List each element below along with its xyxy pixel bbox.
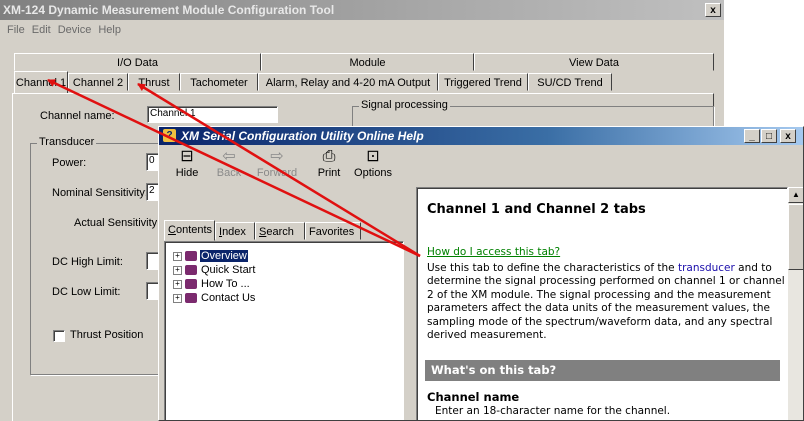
print-button[interactable]: ⎙ Print [307, 147, 351, 187]
help-title-bar: ? XM Serial Configuration Utility Online… [159, 127, 803, 145]
tab-favorites[interactable]: Favorites [305, 222, 361, 240]
topic-scrollbar[interactable]: ▲ [788, 187, 803, 420]
actual-sensitivity-label: Actual Sensitivity [74, 217, 158, 229]
config-window-title: XM-124 Dynamic Measurement Module Config… [3, 3, 335, 17]
thrust-position-checkbox[interactable] [53, 330, 65, 342]
tree-item-how-to[interactable]: + How To ... [173, 277, 251, 291]
help-minimize-button[interactable]: _ [744, 129, 760, 143]
hide-icon: ⊟ [180, 148, 194, 165]
tab-module[interactable]: Module [261, 53, 474, 71]
expand-icon[interactable]: + [173, 265, 182, 275]
book-icon [185, 279, 197, 290]
back-button[interactable]: ⇦ Back [207, 147, 251, 187]
hide-button[interactable]: ⊟ Hide [165, 147, 209, 187]
book-icon [185, 293, 197, 304]
topic-heading: Channel 1 and Channel 2 tabs [427, 202, 646, 217]
dc-low-limit-label: DC Low Limit: [52, 286, 121, 298]
options-button[interactable]: ⊡ Options [351, 147, 395, 187]
scroll-thumb[interactable] [788, 204, 803, 270]
back-arrow-icon: ⇦ [222, 148, 236, 165]
thrust-position-label: Thrust Position [70, 329, 144, 341]
tab-tachometer[interactable]: Tachometer [180, 73, 258, 91]
config-menu-bar: File Edit Device Help [0, 21, 121, 39]
config-title-bar: XM-124 Dynamic Measurement Module Config… [0, 0, 724, 20]
signal-processing-label: Signal processing [359, 99, 450, 111]
menu-edit[interactable]: Edit [32, 21, 51, 39]
tab-alarm-relay-output[interactable]: Alarm, Relay and 4-20 mA Output [258, 73, 438, 91]
transducer-link[interactable]: transducer [678, 262, 735, 274]
channel-name-input[interactable]: Channel 1 [147, 106, 278, 123]
tree-item-contact-us[interactable]: + Contact Us [173, 291, 256, 305]
scroll-up-icon[interactable]: ▲ [788, 187, 803, 203]
options-icon: ⊡ [366, 148, 380, 165]
book-icon [185, 251, 197, 262]
forward-arrow-icon: ⇨ [270, 148, 284, 165]
nominal-sensitivity-label: Nominal Sensitivity: [52, 187, 148, 199]
power-label: Power: [52, 157, 87, 169]
expand-icon[interactable]: + [173, 279, 182, 289]
config-close-button[interactable]: x [705, 3, 721, 17]
help-app-icon: ? [163, 129, 176, 142]
tab-search[interactable]: Search [255, 222, 305, 240]
tab-contents[interactable]: Contents [164, 220, 215, 241]
field-heading: Channel name [427, 390, 520, 404]
menu-help[interactable]: Help [98, 21, 121, 39]
expand-icon[interactable]: + [173, 251, 182, 261]
tree-item-quick-start[interactable]: + Quick Start [173, 263, 256, 277]
tab-sucd-trend[interactable]: SU/CD Trend [528, 73, 612, 91]
transducer-group-label: Transducer [37, 136, 97, 148]
field-description: Enter an 18-character name for the chann… [435, 405, 671, 417]
tab-thrust[interactable]: Thrust [128, 73, 180, 91]
contents-tree: + Overview + Quick Start + How To ... + Cont… [164, 241, 404, 420]
signal-processing-group: Signal processing [352, 99, 714, 127]
printer-icon: ⎙ [322, 148, 336, 165]
help-window-title: XM Serial Configuration Utility Online H… [181, 129, 424, 143]
section-bar: What's on this tab? [425, 360, 780, 381]
channel-name-label: Channel name: [40, 110, 115, 122]
help-topic-pane: Channel 1 and Channel 2 tabs How do I ac… [416, 187, 788, 420]
tab-channel-1[interactable]: Channel 1 [14, 71, 68, 93]
tab-channel-2[interactable]: Channel 2 [68, 73, 128, 91]
tab-view-data[interactable]: View Data [474, 53, 714, 71]
tab-io-data[interactable]: I/O Data [14, 53, 261, 71]
tab-triggered-trend[interactable]: Triggered Trend [438, 73, 528, 91]
book-icon [185, 265, 197, 276]
menu-device[interactable]: Device [58, 21, 92, 39]
help-maximize-button[interactable]: □ [761, 129, 777, 143]
access-tab-link[interactable]: How do I access this tab? [427, 246, 560, 258]
forward-button[interactable]: ⇨ Forward [255, 147, 299, 187]
tab-index[interactable]: Index [215, 222, 255, 240]
online-help-window: ? XM Serial Configuration Utility Online… [158, 126, 804, 421]
topic-paragraph: Use this tab to define the characteristi… [427, 262, 785, 342]
dc-high-limit-label: DC High Limit: [52, 256, 123, 268]
menu-file[interactable]: File [7, 21, 25, 39]
expand-icon[interactable]: + [173, 293, 182, 303]
help-close-button[interactable]: x [780, 129, 796, 143]
tree-item-overview[interactable]: + Overview [173, 249, 248, 263]
